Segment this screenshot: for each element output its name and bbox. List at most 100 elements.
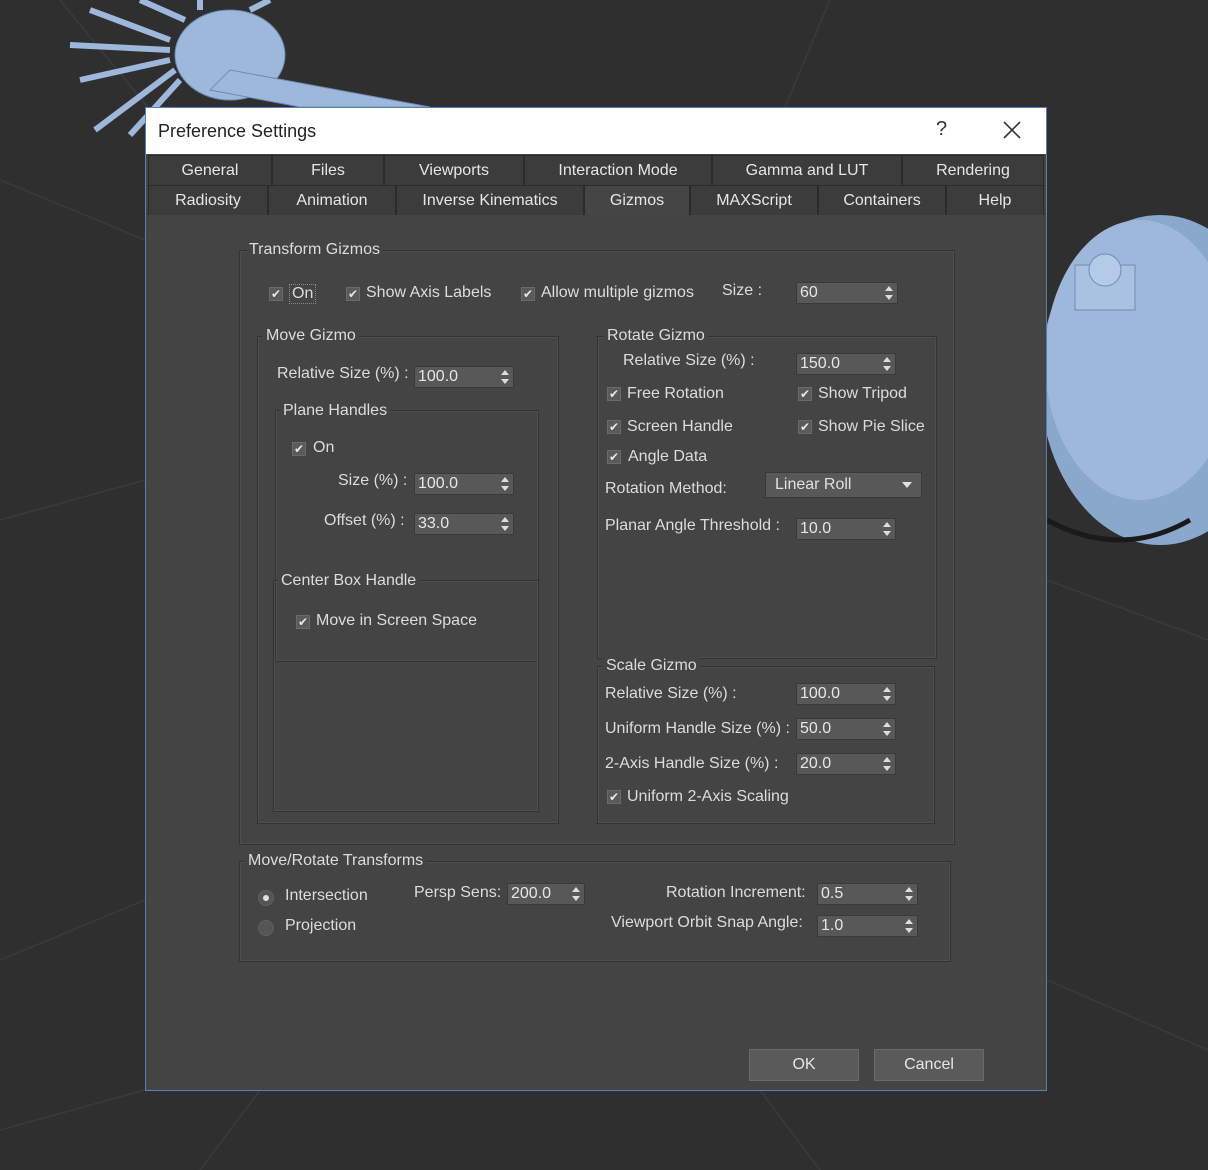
two-axis-handle-size-label: 2-Axis Handle Size (%) : xyxy=(605,755,779,772)
rotation-increment-value: 0.5 xyxy=(821,885,844,902)
show-pie-slice-label: Show Pie Slice xyxy=(818,418,925,435)
tab-maxscript[interactable]: MAXScript xyxy=(690,185,818,215)
title-bar: Preference Settings ? xyxy=(146,108,1046,154)
allow-multiple-gizmos-label: Allow multiple gizmos xyxy=(541,284,694,301)
show-tripod-label: Show Tripod xyxy=(818,385,907,402)
close-icon[interactable] xyxy=(998,116,1026,144)
planar-angle-threshold-value: 10.0 xyxy=(800,520,832,537)
plane-size-value: 100.0 xyxy=(418,475,459,492)
plane-size-label: Size (%) : xyxy=(338,472,408,489)
spinner-arrows-icon[interactable] xyxy=(885,285,893,301)
rotate-gizmo-label: Rotate Gizmo xyxy=(604,327,708,345)
show-axis-labels-checkbox[interactable]: ✔ xyxy=(346,287,360,301)
move-relative-size-label: Relative Size (%) : xyxy=(277,365,409,382)
plane-handles-label: Plane Handles xyxy=(280,402,391,420)
angle-data-label: Angle Data xyxy=(628,448,708,465)
show-pie-slice-checkbox[interactable]: ✔ xyxy=(798,420,812,434)
rotate-relative-size-value: 150.0 xyxy=(800,355,841,372)
tab-rendering[interactable]: Rendering xyxy=(902,155,1044,185)
tab-viewports[interactable]: Viewports xyxy=(384,155,524,185)
move-screen-space-label: Move in Screen Space xyxy=(316,612,477,629)
spinner-arrows-icon[interactable] xyxy=(501,369,509,385)
tab-containers[interactable]: Containers xyxy=(818,185,946,215)
orbit-snap-angle-spinner[interactable]: 1.0 xyxy=(817,915,918,937)
spinner-arrows-icon[interactable] xyxy=(883,756,891,772)
spinner-arrows-icon[interactable] xyxy=(501,516,509,532)
free-rotation-label: Free Rotation xyxy=(627,385,724,402)
intersection-label: Intersection xyxy=(285,887,368,904)
planar-angle-threshold-spinner[interactable]: 10.0 xyxy=(796,518,896,540)
spinner-arrows-icon[interactable] xyxy=(883,521,891,537)
gizmo-on-label: On xyxy=(289,284,317,304)
tab-animation[interactable]: Animation xyxy=(268,185,396,215)
tab-help[interactable]: Help xyxy=(946,185,1044,215)
tab-interaction-mode[interactable]: Interaction Mode xyxy=(524,155,712,185)
tab-general[interactable]: General xyxy=(148,155,272,185)
plane-offset-label: Offset (%) : xyxy=(324,512,405,529)
move-relative-size-spinner[interactable]: 100.0 xyxy=(414,366,514,388)
scale-relative-size-label: Relative Size (%) : xyxy=(605,685,737,702)
plane-size-spinner[interactable]: 100.0 xyxy=(414,473,514,495)
orbit-snap-angle-label: Viewport Orbit Snap Angle: xyxy=(611,914,803,931)
two-axis-handle-size-value: 20.0 xyxy=(800,755,832,772)
uniform-handle-size-value: 50.0 xyxy=(800,720,832,737)
help-button[interactable]: ? xyxy=(936,118,947,141)
rotate-relative-size-spinner[interactable]: 150.0 xyxy=(796,353,896,375)
spinner-arrows-icon[interactable] xyxy=(883,356,891,372)
two-axis-handle-size-spinner[interactable]: 20.0 xyxy=(796,753,896,775)
spinner-arrows-icon[interactable] xyxy=(905,918,913,934)
move-screen-space-checkbox[interactable]: ✔ xyxy=(296,615,310,629)
dialog-title: Preference Settings xyxy=(158,121,317,141)
orbit-snap-angle-value: 1.0 xyxy=(821,917,844,934)
tab-inverse-kinematics[interactable]: Inverse Kinematics xyxy=(396,185,584,215)
sphere-model xyxy=(1040,215,1208,545)
show-tripod-checkbox[interactable]: ✔ xyxy=(798,387,812,401)
screen-handle-checkbox[interactable]: ✔ xyxy=(607,420,621,434)
rotation-method-dropdown[interactable]: Linear Roll xyxy=(765,472,922,498)
move-relative-size-value: 100.0 xyxy=(418,368,459,385)
gizmo-on-checkbox[interactable]: ✔ xyxy=(269,287,283,301)
spinner-arrows-icon[interactable] xyxy=(883,721,891,737)
tab-row-2: Radiosity Animation Inverse Kinematics G… xyxy=(148,185,1044,215)
move-gizmo-label: Move Gizmo xyxy=(263,327,359,345)
plane-handles-on-label: On xyxy=(313,439,335,456)
plane-offset-value: 33.0 xyxy=(418,515,450,532)
screen-handle-label: Screen Handle xyxy=(627,418,733,435)
uniform-handle-size-label: Uniform Handle Size (%) : xyxy=(605,720,790,737)
persp-sens-label: Persp Sens: xyxy=(414,884,502,901)
gizmo-size-spinner[interactable]: 60 xyxy=(796,282,898,304)
gizmo-size-label: Size : xyxy=(722,282,763,299)
intersection-radio[interactable] xyxy=(258,890,274,906)
scale-relative-size-value: 100.0 xyxy=(800,685,841,702)
uniform-two-axis-checkbox[interactable]: ✔ xyxy=(607,790,621,804)
tab-gamma-and-lut[interactable]: Gamma and LUT xyxy=(712,155,902,185)
tab-row-1: General Files Viewports Interaction Mode… xyxy=(148,155,1044,185)
plane-handles-on-checkbox[interactable]: ✔ xyxy=(292,442,306,456)
plane-offset-spinner[interactable]: 33.0 xyxy=(414,513,514,535)
spinner-arrows-icon[interactable] xyxy=(501,476,509,492)
gizmo-size-value: 60 xyxy=(800,284,818,301)
spinner-arrows-icon[interactable] xyxy=(905,886,913,902)
spinner-arrows-icon[interactable] xyxy=(572,886,580,902)
spinner-arrows-icon[interactable] xyxy=(883,686,891,702)
rotation-increment-label: Rotation Increment: xyxy=(666,884,806,901)
uniform-handle-size-spinner[interactable]: 50.0 xyxy=(796,718,896,740)
tab-files[interactable]: Files xyxy=(272,155,384,185)
ok-button[interactable]: OK xyxy=(749,1049,859,1081)
angle-data-checkbox[interactable]: ✔ xyxy=(607,450,621,464)
move-rotate-transforms-label: Move/Rotate Transforms xyxy=(245,852,427,870)
persp-sens-spinner[interactable]: 200.0 xyxy=(507,883,585,905)
projection-radio[interactable] xyxy=(258,920,274,936)
tab-gizmos[interactable]: Gizmos xyxy=(584,185,690,215)
tab-radiosity[interactable]: Radiosity xyxy=(148,185,268,215)
chevron-down-icon xyxy=(902,482,912,488)
preference-settings-dialog: Preference Settings ? General Files View… xyxy=(145,107,1047,1091)
allow-multiple-gizmos-checkbox[interactable]: ✔ xyxy=(521,287,535,301)
rotation-increment-spinner[interactable]: 0.5 xyxy=(817,883,918,905)
transform-gizmos-label: Transform Gizmos xyxy=(247,241,382,259)
scale-relative-size-spinner[interactable]: 100.0 xyxy=(796,683,896,705)
persp-sens-value: 200.0 xyxy=(511,885,552,902)
move-rotate-transforms-group xyxy=(239,861,951,962)
cancel-button[interactable]: Cancel xyxy=(874,1049,984,1081)
free-rotation-checkbox[interactable]: ✔ xyxy=(607,387,621,401)
